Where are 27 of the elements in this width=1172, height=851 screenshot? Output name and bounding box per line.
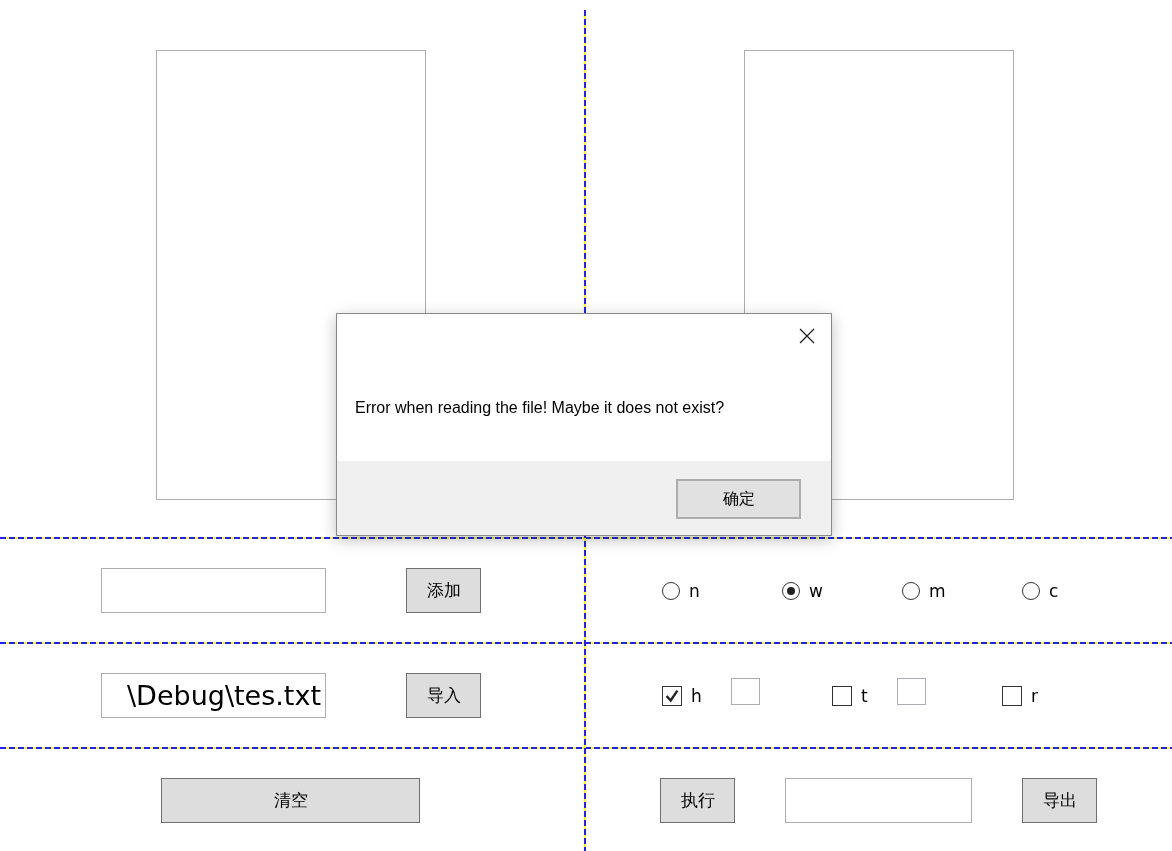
dialog-message: Error when reading the file! Maybe it does not exist?	[355, 399, 726, 417]
radio-button[interactable]	[782, 581, 800, 600]
ok-button[interactable]: 确定	[676, 479, 801, 519]
radio-label: m	[929, 580, 946, 601]
radio-button[interactable]	[662, 581, 680, 600]
checkbox-label: h	[691, 685, 702, 706]
radio-button[interactable]	[902, 581, 920, 600]
checkbox[interactable]	[832, 685, 852, 706]
clear-button[interactable]: 清空	[161, 777, 420, 823]
input-field[interactable]	[785, 777, 972, 823]
radio-label: n	[689, 580, 700, 601]
radio-label: c	[1049, 580, 1059, 601]
input-field[interactable]	[896, 678, 926, 705]
checkbox-label: t	[861, 685, 868, 706]
checkbox-label: r	[1031, 685, 1038, 706]
input-field[interactable]	[101, 568, 326, 613]
close-icon[interactable]	[799, 328, 815, 344]
checkbox[interactable]	[662, 685, 682, 706]
radio-button[interactable]	[1022, 581, 1040, 600]
path-field[interactable]: \Debug\tes.txt	[101, 673, 326, 718]
import-button[interactable]: 导入	[406, 673, 481, 718]
run-button[interactable]: 执行	[660, 777, 735, 823]
export-button[interactable]: 导出	[1022, 777, 1097, 823]
radio-label: w	[809, 580, 823, 601]
checkbox[interactable]	[1002, 685, 1022, 706]
add-button[interactable]: 添加	[406, 568, 481, 613]
input-field[interactable]	[730, 678, 760, 705]
